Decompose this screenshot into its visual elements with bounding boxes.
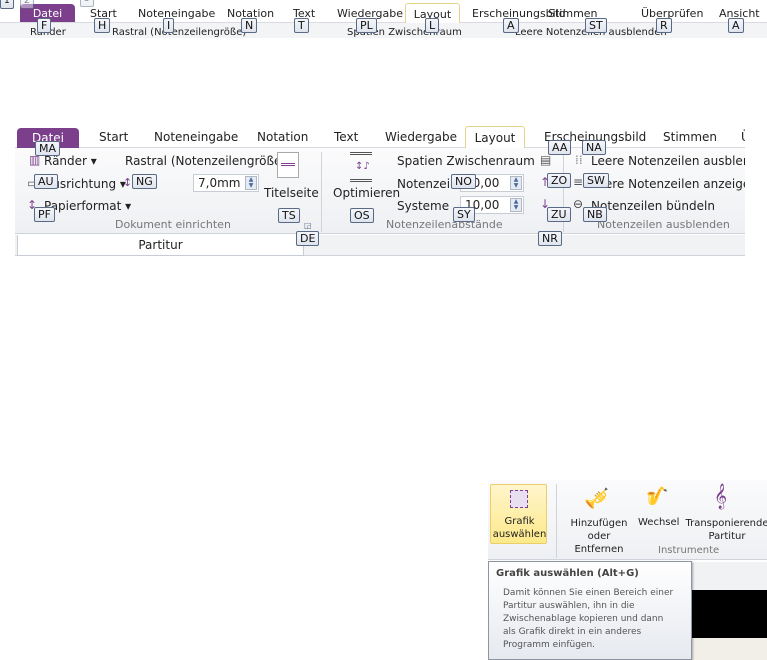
tab-layout[interactable]: Layout [465,126,525,148]
spinner-icon[interactable]: ▲ ▼ [510,198,522,212]
change-instrument-icon: 🎷 [646,486,669,507]
leere-anzeigen-button[interactable]: Leere Notenzeilen anzeigen [591,177,745,191]
titelseite-button[interactable]: Titelseite [264,186,319,200]
optimize-icon: ↕♪ [350,152,372,182]
group-label: Dokument einrichten [115,218,231,231]
keytip: NG [132,174,157,189]
tab-noteneingabe[interactable]: Noteneingabe [138,7,215,20]
tooltip: Grafik auswählen (Alt+G) Damit können Si… [488,561,692,660]
rastral-input[interactable]: 7,0mm ▲ ▼ [193,174,259,192]
keytip: NO [451,174,476,189]
group-label: Instrumente [658,545,720,556]
keytip: F [37,18,52,33]
tab-ueberpruefen[interactable]: Überprüfen [641,7,703,20]
dialog-launcher-icon[interactable]: ◲ [304,221,312,230]
title-page-icon [277,152,299,178]
show-empty-staves-icon: ≡ [573,175,584,189]
rastral-label: Rastral (Notenzeilengröße) [125,154,287,168]
trumpet-icon: 🎺 [584,486,609,510]
tab-start[interactable]: Start [99,130,128,144]
keytip: DE [296,231,320,246]
tab-notation[interactable]: Notation [257,130,308,144]
spinner-icon[interactable]: ▲ ▼ [245,176,257,190]
keytip: OS [350,208,374,223]
keytip: NB [583,207,607,222]
group-label: Notenzeilen ausblenden [597,218,730,231]
raender-button[interactable]: Ränder ▾ [44,154,97,168]
tab-stimmen[interactable]: Stimmen [663,130,717,144]
keytip: AA [548,140,572,155]
grafik-auswaehlen-button[interactable]: Grafik auswählen [490,484,547,544]
tab-noteneingabe[interactable]: Noteneingabe [154,130,238,144]
keytip: PL [356,18,377,33]
keytip: PF [34,207,55,222]
tooltip-body: Damit können Sie einen Bereich einer Par… [503,588,674,650]
keytip: ZU [547,207,571,222]
transponierende-button[interactable]: Transponierende Partitur [684,517,767,543]
rastral-label: Rastral (Notenzeilengröße) [112,27,247,38]
keytip: ZO [547,173,572,188]
systeme-label: Systeme [397,199,450,213]
tab-wiedergabe[interactable]: Wiedergabe [385,130,457,144]
focus-staves-icon: ⊖ [573,197,584,211]
keytip: A [503,18,519,33]
group-label: Notenzeilenabstände [386,218,503,231]
keytip: NA [582,140,606,155]
keytip: ST [585,18,607,33]
keytip: 2 [20,0,34,9]
keytip: TS [278,208,300,223]
keytip: NR [538,231,562,246]
keytip: 1 [0,0,14,9]
optimieren-button[interactable]: Optimieren [333,186,400,200]
wechsel-button[interactable]: Wechsel [638,517,679,528]
keytip: A [728,18,744,33]
tooltip-title: Grafik auswählen (Alt+G) [496,568,639,579]
keytip: R [656,18,672,33]
buendeln-button[interactable]: Notenzeilen bündeln [591,199,715,213]
keytip: AU [34,174,58,189]
hide-empty-staves-icon: ⁞⁞ [575,153,583,167]
ribbon-instrumente: Grafik auswählen 🎺 Hinzufügen oder Entfe… [488,480,767,660]
select-graphic-icon [510,490,528,508]
keytip: H [94,18,111,33]
tab-text[interactable]: Text [334,130,358,144]
ribbon-strip-top: 1 2 3 Datei Start Noteneingabe Notation … [0,0,767,38]
keytip: I [163,18,175,33]
treble-clef-icon: 𝄞 [714,484,728,509]
papierformat-button[interactable]: Papierformat ▾ [44,199,131,213]
align-staves-icon[interactable]: ▤ [540,153,551,167]
tab-more[interactable]: Ü [741,130,745,144]
ribbon-layout: Datei Start Noteneingabe Notation Text W… [15,124,745,256]
keytip: T [294,18,309,33]
keytip: SY [453,207,475,222]
keytip: L [425,18,440,33]
keytip: 3 [80,0,94,7]
grafik-label: Grafik auswählen [492,516,547,540]
tab-partitur[interactable]: Partitur [17,235,304,256]
spatien-label: Spatien Zwischenraum [397,154,535,168]
keytip: MA [35,141,61,156]
keytip: N [241,18,258,33]
keytip: SW [583,173,609,188]
spinner-icon[interactable]: ▲ ▼ [510,176,522,190]
hinzufuegen-button[interactable]: Hinzufügen oder Entfernen [564,517,634,556]
leere-ausblenden-button[interactable]: Leere Notenzeilen ausblenden [591,154,745,168]
